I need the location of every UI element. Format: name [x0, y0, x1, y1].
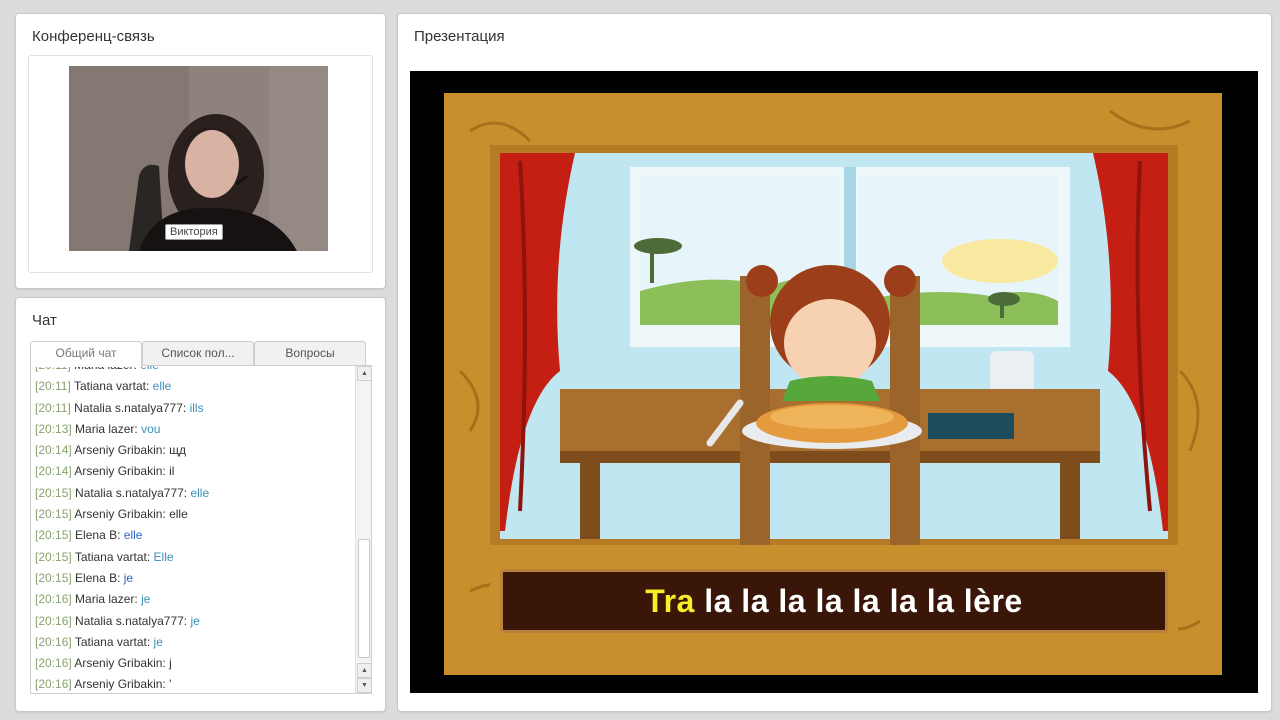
scroll-up-icon[interactable]: ▲	[357, 366, 371, 381]
message-author: Maria lazer:	[75, 421, 138, 436]
message-time: [20:15]	[35, 528, 72, 543]
message-text: je	[190, 613, 200, 628]
message-time: [20:16]	[35, 634, 72, 649]
chat-message: [20:15] Arseniy Gribakin: elle	[31, 504, 353, 525]
message-author: Maria lazer:	[75, 592, 138, 607]
message-time: [20:11]	[35, 400, 71, 415]
message-text: elle	[140, 365, 159, 372]
chat-message: [20:15] Elena B: elle	[31, 525, 353, 546]
message-author: Natalia s.natalya777:	[74, 400, 187, 415]
message-text: je	[141, 592, 151, 607]
tab-participants-list[interactable]: Список пол...	[142, 341, 254, 366]
chat-message: [20:11] Natalia s.natalya777: ills	[31, 398, 353, 419]
message-text: vou	[141, 421, 161, 436]
presentation-slide[interactable]: Tra la la la la la la la lère	[410, 71, 1258, 693]
message-time: [20:15]	[35, 485, 72, 500]
message-text: j	[169, 656, 172, 671]
chat-message: [20:15] Natalia s.natalya777: elle	[31, 483, 353, 504]
message-text: щд	[169, 443, 186, 458]
chat-scrollbar[interactable]: ▲ ▲ ▼	[355, 366, 371, 693]
message-text: elle	[123, 528, 143, 543]
chat-message: [20:16] Arseniy Gribakin: j	[31, 653, 353, 674]
chat-message: [20:16] Natalia s.natalya777: je	[31, 611, 353, 632]
message-text: je	[123, 570, 134, 585]
message-author: Arseniy Gribakin:	[74, 677, 166, 692]
presentation-panel: Презентация Tra la la la la la la la lèr…	[397, 13, 1272, 712]
tab-general-chat[interactable]: Общий чат	[30, 341, 142, 367]
scroll-down-icon[interactable]: ▼	[357, 678, 371, 693]
chat-message: [20:16] Tatiana vartat: je	[31, 632, 353, 653]
chat-message: [20:16] Arseniy Gribakin: '	[31, 674, 353, 693]
message-author: Natalia s.natalya777:	[75, 613, 188, 628]
scroll-thumb[interactable]	[358, 539, 370, 658]
message-author: Tatiana vartat:	[73, 379, 150, 394]
message-text: je	[153, 634, 163, 649]
webcam-video[interactable]: Виктория	[69, 66, 328, 251]
chat-message: [20:16] Maria lazer: je	[31, 589, 353, 610]
message-time: [20:14]	[35, 443, 72, 458]
message-author: Arseniy Gribakin:	[74, 443, 166, 458]
message-author: Arseniy Gribakin:	[74, 464, 166, 479]
message-time: [20:15]	[35, 549, 72, 564]
message-time: [20:15]	[35, 507, 72, 522]
lyrics-banner: Tra la la la la la la la lère	[500, 569, 1168, 633]
message-text: elle	[152, 379, 172, 394]
message-text: il	[169, 464, 175, 479]
participant-name-label: Виктория	[165, 224, 223, 240]
lyrics-text: la la la la la la la lère	[694, 583, 1023, 619]
chat-message: [20:14] Arseniy Gribakin: il	[31, 461, 353, 482]
presentation-title: Презентация	[414, 28, 505, 45]
chat-message: [20:15] Elena B: je	[31, 568, 353, 589]
lyrics-highlight: Tra	[645, 583, 695, 619]
chat-messages[interactable]: [20:11] Maria lazer: elle [20:11] Tatiana…	[30, 365, 372, 694]
message-time: [20:13]	[35, 421, 72, 436]
chat-title: Чат	[32, 312, 57, 329]
chat-message: [20:14] Arseniy Gribakin: щд	[31, 440, 353, 461]
video-container: Виктория	[28, 55, 373, 273]
message-author: Elena B:	[75, 570, 121, 585]
message-time: [20:16]	[35, 613, 72, 628]
scroll-up-small-icon[interactable]: ▲	[357, 663, 371, 678]
tab-questions[interactable]: Вопросы	[254, 341, 366, 366]
message-text: elle	[190, 485, 210, 500]
message-time: [20:16]	[35, 677, 72, 692]
message-author: Tatiana vartat:	[74, 634, 151, 649]
message-author: Natalia s.natalya777:	[75, 485, 188, 500]
chat-message-list: [20:11] Maria lazer: elle [20:11] Tatiana…	[31, 365, 353, 693]
message-author: Arseniy Gribakin:	[74, 507, 166, 522]
chat-message: [20:11] Tatiana vartat: elle	[31, 376, 353, 397]
message-text: Elle	[153, 549, 174, 564]
message-author: Arseniy Gribakin:	[74, 656, 166, 671]
message-text: ills	[189, 400, 204, 415]
chat-message: [20:15] Tatiana vartat: Elle	[31, 547, 353, 568]
message-text: elle	[169, 507, 188, 522]
chat-panel: Чат Общий чат Список пол... Вопросы [20:…	[15, 297, 386, 712]
message-time: [20:14]	[35, 464, 72, 479]
message-author: Tatiana vartat:	[74, 549, 151, 564]
message-time: [20:15]	[35, 570, 72, 585]
conference-title: Конференц-связь	[32, 28, 155, 45]
message-time: [20:16]	[35, 656, 72, 671]
chat-tabs: Общий чат Список пол... Вопросы	[30, 341, 375, 367]
conference-panel: Конференц-связь Виктория	[15, 13, 386, 289]
message-time: [20:16]	[35, 592, 72, 607]
message-text: '	[169, 677, 172, 692]
message-time: [20:11]	[35, 379, 71, 394]
message-author: Elena B:	[75, 528, 121, 543]
chat-message: [20:13] Maria lazer: vou	[31, 419, 353, 440]
